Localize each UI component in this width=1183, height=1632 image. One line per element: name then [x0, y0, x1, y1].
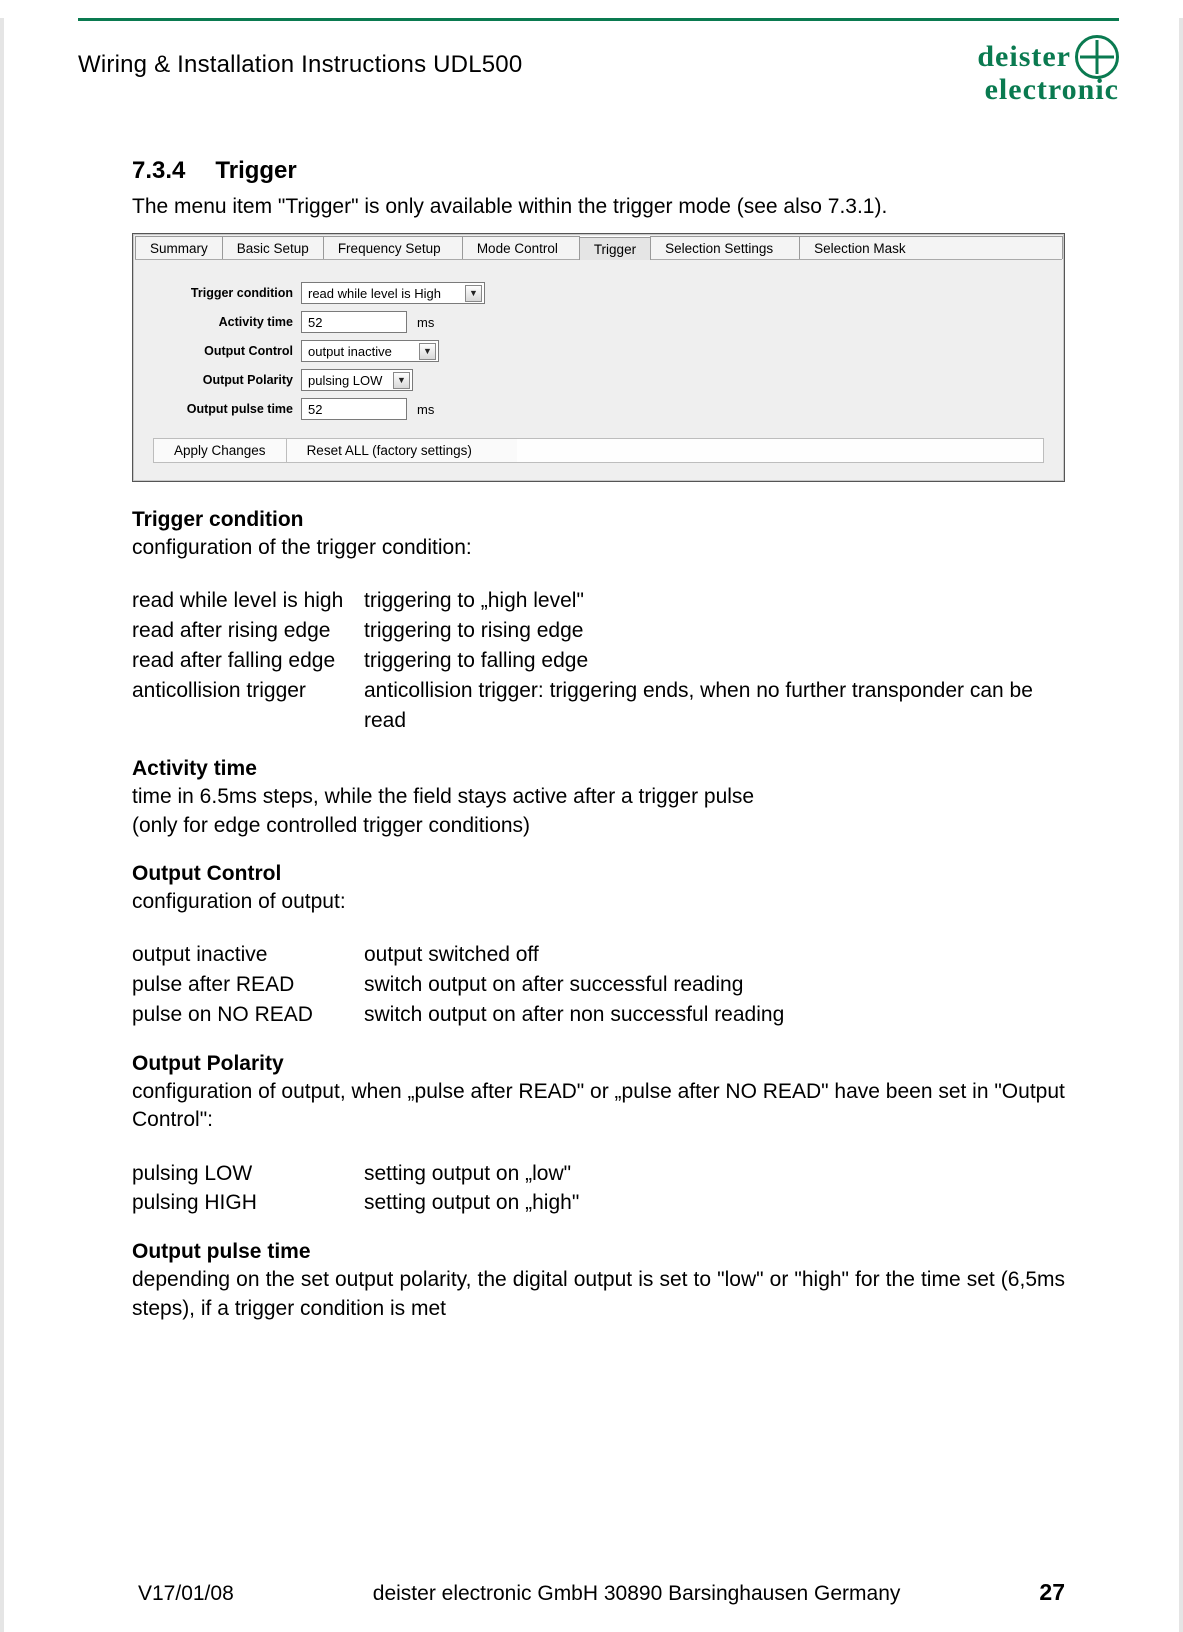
oc-key-1: pulse after READ	[132, 970, 364, 1000]
op-key-0: pulsing LOW	[132, 1159, 364, 1189]
heading-output-polarity: Output Polarity	[132, 1052, 1065, 1076]
label-activity-time: Activity time	[153, 315, 293, 329]
oc-val-0: output switched off	[364, 940, 1065, 970]
tc-val-2: triggering to falling edge	[364, 646, 1065, 676]
tab-basic-setup[interactable]: Basic Setup	[222, 236, 324, 259]
input-output-pulse-time[interactable]	[301, 398, 407, 420]
block-output-pulse-time: Output pulse time depending on the set o…	[132, 1240, 1065, 1323]
oc-val-1: switch output on after successful readin…	[364, 970, 1065, 1000]
desc-output-polarity: configuration of output, when „pulse aft…	[132, 1078, 1065, 1135]
oc-key-2: pulse on NO READ	[132, 1000, 364, 1030]
label-trigger-condition: Trigger condition	[153, 286, 293, 300]
section-intro: The menu item "Trigger" is only availabl…	[132, 195, 1065, 219]
label-output-pulse-time: Output pulse time	[153, 402, 293, 416]
chevron-down-icon: ▼	[393, 372, 410, 389]
apply-changes-button[interactable]: Apply Changes	[154, 439, 287, 462]
footer-page-number: 27	[1039, 1579, 1065, 1606]
select-output-control[interactable]: output inactive ▼	[301, 340, 439, 362]
brand-logo-block: deister electronic	[977, 35, 1119, 105]
tab-trigger[interactable]: Trigger	[579, 237, 651, 260]
chevron-down-icon: ▼	[465, 285, 482, 302]
input-activity-time[interactable]	[301, 311, 407, 333]
oc-key-0: output inactive	[132, 940, 364, 970]
unit-output-pulse-time: ms	[417, 402, 434, 417]
tab-selection-mask[interactable]: Selection Mask	[799, 236, 1063, 259]
block-output-control: Output Control configuration of output: …	[132, 862, 1065, 1030]
label-output-control: Output Control	[153, 344, 293, 358]
tab-summary[interactable]: Summary	[135, 236, 223, 259]
doc-title: Wiring & Installation Instructions UDL50…	[78, 35, 522, 79]
tc-val-3: anticollision trigger: triggering ends, …	[364, 676, 1065, 736]
desc-output-pulse-time: depending on the set output polarity, th…	[132, 1266, 1065, 1323]
select-output-control-value: output inactive	[308, 344, 392, 359]
deister-logo-icon	[1075, 35, 1119, 79]
op-key-1: pulsing HIGH	[132, 1188, 364, 1218]
tc-key-3: anticollision trigger	[132, 676, 364, 736]
tc-val-0: triggering to „high level"	[364, 586, 1065, 616]
tc-key-0: read while level is high	[132, 586, 364, 616]
brand-word-1: deister	[977, 42, 1071, 72]
page-footer: V17/01/08 deister electronic GmbH 30890 …	[138, 1579, 1065, 1606]
oc-val-2: switch output on after non successful re…	[364, 1000, 1065, 1030]
footer-company: deister electronic GmbH 30890 Barsinghau…	[373, 1582, 901, 1606]
select-output-polarity-value: pulsing LOW	[308, 373, 382, 388]
reset-all-button[interactable]: Reset ALL (factory settings)	[287, 439, 517, 462]
chevron-down-icon: ▼	[419, 343, 436, 360]
heading-output-control: Output Control	[132, 862, 1065, 886]
heading-trigger-condition: Trigger condition	[132, 508, 1065, 532]
activity-time-line1: time in 6.5ms steps, while the field sta…	[132, 783, 1065, 811]
footer-version: V17/01/08	[138, 1582, 234, 1606]
desc-output-control: configuration of output:	[132, 888, 1065, 916]
tab-bar: Summary Basic Setup Frequency Setup Mode…	[135, 236, 1062, 260]
block-activity-time: Activity time time in 6.5ms steps, while…	[132, 757, 1065, 840]
tab-frequency-setup[interactable]: Frequency Setup	[323, 236, 463, 259]
select-output-polarity[interactable]: pulsing LOW ▼	[301, 369, 413, 391]
label-output-polarity: Output Polarity	[153, 373, 293, 387]
section-title: Trigger	[215, 157, 296, 184]
section-heading: 7.3.4 Trigger	[132, 157, 1065, 185]
block-trigger-condition: Trigger condition configuration of the t…	[132, 508, 1065, 735]
heading-output-pulse-time: Output pulse time	[132, 1240, 1065, 1264]
op-val-0: setting output on „low"	[364, 1159, 1065, 1189]
select-trigger-condition[interactable]: read while level is High ▼	[301, 282, 485, 304]
tc-key-1: read after rising edge	[132, 616, 364, 646]
select-trigger-condition-value: read while level is High	[308, 286, 441, 301]
trigger-config-panel: Summary Basic Setup Frequency Setup Mode…	[132, 233, 1065, 482]
block-output-polarity: Output Polarity configuration of output,…	[132, 1052, 1065, 1218]
section-number: 7.3.4	[132, 157, 185, 184]
desc-trigger-condition: configuration of the trigger condition:	[132, 534, 1065, 562]
heading-activity-time: Activity time	[132, 757, 1065, 781]
tab-mode-control[interactable]: Mode Control	[462, 236, 580, 259]
op-val-1: setting output on „high"	[364, 1188, 1065, 1218]
brand-word-2: electronic	[977, 75, 1119, 105]
tab-selection-settings[interactable]: Selection Settings	[650, 236, 800, 259]
unit-activity-time: ms	[417, 315, 434, 330]
tc-val-1: triggering to rising edge	[364, 616, 1065, 646]
tc-key-2: read after falling edge	[132, 646, 364, 676]
activity-time-line2: (only for edge controlled trigger condit…	[132, 812, 1065, 840]
